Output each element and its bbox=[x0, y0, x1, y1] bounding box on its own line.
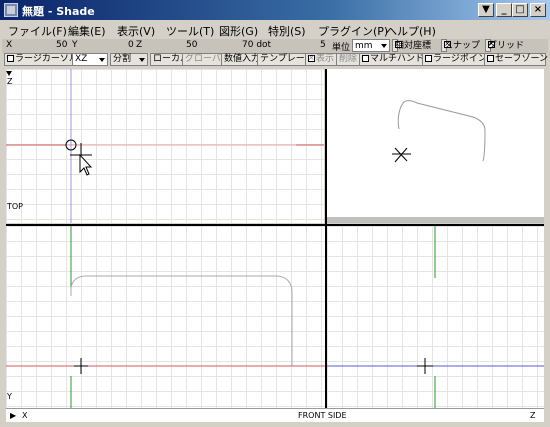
minimize-button[interactable]: _ bbox=[496, 3, 512, 17]
checkbox-icon bbox=[425, 55, 432, 62]
z-label: Z bbox=[136, 40, 143, 50]
checkbox-icon bbox=[362, 55, 369, 62]
z-value[interactable]: 50 bbox=[186, 40, 197, 50]
menu-edit[interactable]: 編集(E) bbox=[68, 23, 106, 39]
front-axis-y-label: Y bbox=[7, 392, 12, 401]
menu-view[interactable]: 表示(V) bbox=[117, 23, 155, 39]
relative-coords-label: 相対座標 bbox=[395, 41, 432, 51]
x-label: X bbox=[6, 40, 13, 50]
large-cursor-label: ラージカーソル bbox=[15, 54, 78, 64]
side-axis-z-label: Z bbox=[530, 411, 536, 420]
app-icon[interactable] bbox=[4, 3, 18, 17]
close-button[interactable]: × bbox=[530, 3, 546, 17]
top-view-label: TOP bbox=[7, 202, 24, 211]
perspective-scrollbar[interactable] bbox=[327, 217, 544, 223]
delete-label: 削除 bbox=[339, 54, 358, 64]
x-value[interactable]: 50 bbox=[56, 40, 67, 50]
view-toolbar: ラージカーソル XZ 分割 ローカル グローバル 数値入力 テンプレート 表示 … bbox=[2, 52, 549, 67]
unit-number: 5 bbox=[320, 40, 326, 50]
show-toggle[interactable]: 表示 bbox=[305, 52, 338, 66]
chevron-down-icon bbox=[139, 58, 145, 62]
relative-coords-toggle[interactable]: 相対座標 bbox=[392, 39, 431, 52]
chevron-down-icon bbox=[381, 44, 387, 48]
chevron-down-icon bbox=[99, 58, 105, 62]
show-label: 表示 bbox=[316, 54, 335, 64]
grid-toggle[interactable]: グリッド bbox=[485, 38, 524, 52]
view-label-bar: ▶ X FRONT SIDE Z bbox=[6, 408, 544, 422]
perspective-canvas bbox=[392, 100, 486, 163]
numeric-input-label: 数値入力 bbox=[224, 54, 261, 64]
play-arrow-icon: ▶ bbox=[10, 411, 17, 420]
mouse-pointer-icon bbox=[79, 153, 93, 176]
front-axis-x-label: X bbox=[22, 411, 28, 420]
menu-dropdown-button[interactable]: ▼ bbox=[478, 3, 494, 17]
top-axis-z-label: Z bbox=[7, 77, 13, 86]
side-view-canvas bbox=[327, 226, 544, 408]
large-cursor-toggle[interactable]: ラージカーソル bbox=[4, 53, 81, 66]
coordinate-bar: X 50 Y 0 Z 50 70 dot 5 単位 mm 相対座標 スナップ グ… bbox=[2, 38, 548, 53]
menu-help[interactable]: ヘルプ(H) bbox=[386, 23, 436, 39]
snap-toggle[interactable]: スナップ bbox=[441, 38, 480, 52]
menu-shapes[interactable]: 図形(G) bbox=[219, 23, 258, 39]
split-label: 分割 bbox=[113, 54, 132, 64]
safe-zone-label: セーフゾーン bbox=[495, 54, 549, 64]
unit-label: 単位 bbox=[332, 43, 351, 53]
front-view-canvas bbox=[6, 226, 325, 408]
safe-zone-toggle[interactable]: セーフゾーン bbox=[484, 53, 549, 66]
title-bar[interactable]: 無題 - Shade ▼ _ □ × bbox=[0, 0, 550, 20]
menu-bar: ファイル(F) 編集(E) 表示(V) ツール(T) 図形(G) 特別(S) プ… bbox=[0, 20, 550, 39]
menu-tools[interactable]: ツール(T) bbox=[166, 23, 214, 39]
plane-select-value: XZ bbox=[75, 54, 88, 64]
grid-label: グリッド bbox=[488, 41, 525, 51]
split-select[interactable]: 分割 bbox=[110, 53, 148, 66]
checkbox-icon bbox=[487, 55, 494, 62]
dot-value: 70 dot bbox=[242, 40, 272, 50]
unit-select-value: mm bbox=[355, 41, 373, 51]
maximize-button[interactable]: □ bbox=[512, 3, 528, 17]
front-view[interactable]: Y bbox=[6, 226, 325, 408]
checkbox-checked-icon bbox=[308, 52, 315, 63]
top-view-canvas bbox=[6, 69, 324, 223]
checkbox-icon bbox=[7, 55, 14, 62]
top-view[interactable]: Z TOP bbox=[6, 69, 324, 223]
unit-select[interactable]: mm bbox=[352, 39, 390, 52]
menu-file[interactable]: ファイル(F) bbox=[8, 23, 67, 39]
delete-button[interactable]: 削除 bbox=[336, 53, 361, 66]
y-label: Y bbox=[72, 40, 78, 50]
side-view[interactable] bbox=[327, 226, 544, 408]
y-value[interactable]: 0 bbox=[128, 40, 134, 50]
plane-select[interactable]: XZ bbox=[72, 53, 108, 66]
perspective-view[interactable] bbox=[327, 69, 544, 217]
window-title: 無題 - Shade bbox=[22, 5, 95, 18]
menu-special[interactable]: 特別(S) bbox=[268, 23, 306, 39]
snap-label: スナップ bbox=[444, 41, 481, 51]
menu-plugins[interactable]: プラグイン(P) bbox=[318, 23, 388, 39]
front-side-label: FRONT SIDE bbox=[298, 411, 347, 420]
